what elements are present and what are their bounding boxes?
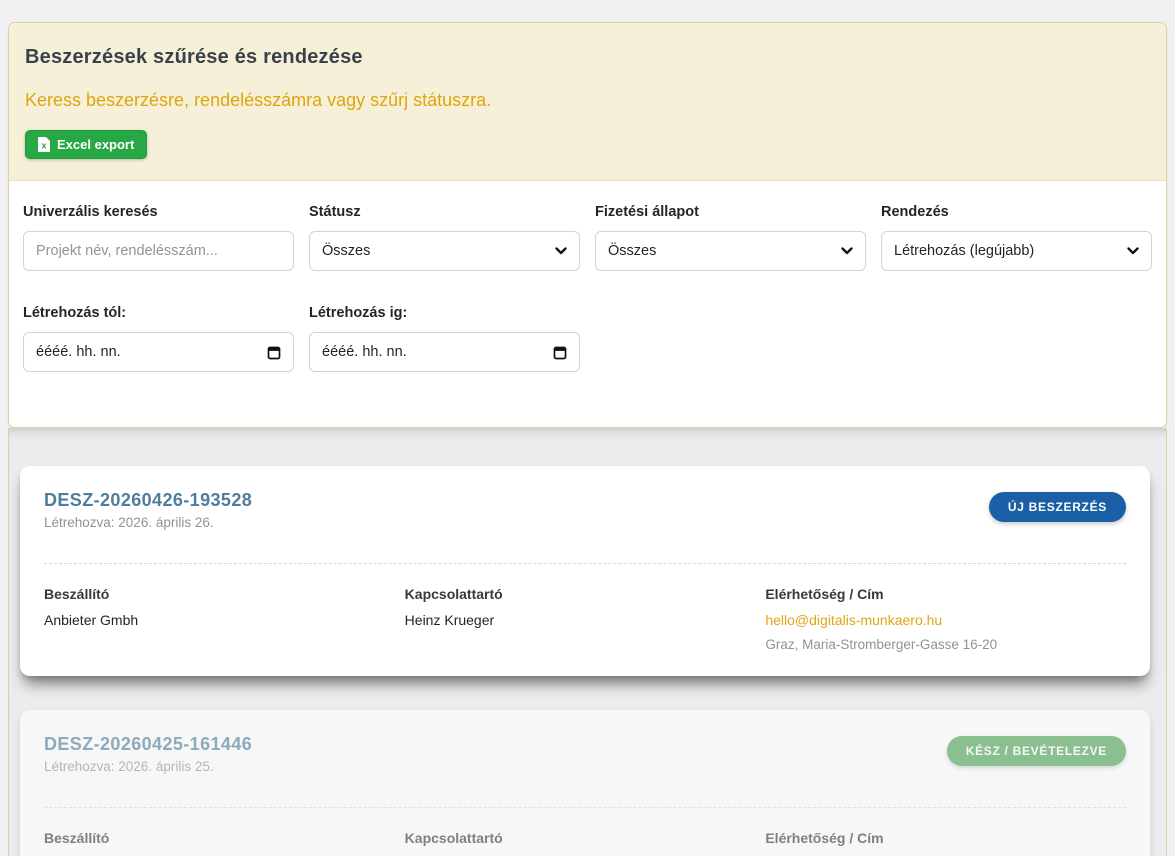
card-divider (44, 807, 1126, 808)
email-link[interactable]: hello@digitalis-munkaero.hu (765, 612, 942, 628)
status-select[interactable]: Összes (309, 231, 580, 271)
filter-controls: Univerzális keresés Státusz Összes Fizet… (9, 181, 1166, 427)
payment-select-value: Összes (608, 243, 656, 259)
chevron-down-icon (1127, 247, 1139, 255)
created-date: Létrehozva: 2026. április 26. (44, 515, 252, 530)
card-header: DESZ-20260425-161446 Létrehozva: 2026. á… (44, 734, 1126, 774)
contact-value: Heinz Krueger (405, 612, 766, 628)
search-label: Univerzális keresés (23, 204, 294, 220)
status-select-value: Összes (322, 243, 370, 259)
created-from-label: Létrehozás tól: (23, 305, 294, 321)
created-to-date-input[interactable]: éééé. hh. nn. (309, 332, 580, 372)
filter-row-1: Univerzális keresés Státusz Összes Fizet… (23, 204, 1152, 271)
procurement-card: DESZ-20260426-193528 Létrehozva: 2026. á… (20, 466, 1150, 676)
sort-select[interactable]: Létrehozás (legújabb) (881, 231, 1152, 271)
procurement-id: DESZ-20260426-193528 (44, 490, 252, 511)
reach-label: Elérhetőség / Cím (765, 586, 1126, 602)
page-title: Beszerzések szűrése és rendezése (25, 46, 1150, 69)
filter-panel: Beszerzések szűrése és rendezése Keress … (8, 22, 1167, 428)
excel-export-button[interactable]: x Excel export (25, 130, 147, 159)
filter-row-2: Létrehozás tól: éééé. hh. nn. Létrehozás… (23, 305, 1152, 372)
status-badge: ÚJ BESZERZÉS (989, 492, 1126, 522)
contact-column: Kapcsolattartó Heinz Krueger (405, 830, 766, 856)
field-status: Státusz Összes (309, 204, 580, 271)
calendar-icon (267, 345, 281, 360)
supplier-value: Anbieter Gmbh (44, 612, 405, 628)
field-sort: Rendezés Létrehozás (legújabb) (881, 204, 1152, 271)
field-universal-search: Univerzális keresés (23, 204, 294, 271)
supplier-column: Beszállító Anbieter Gmbh (44, 586, 405, 652)
card-divider (44, 563, 1126, 564)
procurement-id: DESZ-20260425-161446 (44, 734, 252, 755)
card-details: Beszállító Anbieter Gmbh Kapcsolattartó … (44, 830, 1126, 856)
supplier-column: Beszállító Anbieter Gmbh (44, 830, 405, 856)
reach-column: Elérhetőség / Cím hello@digitalis-munkae… (765, 586, 1126, 652)
contact-label: Kapcsolattartó (405, 830, 766, 846)
card-details: Beszállító Anbieter Gmbh Kapcsolattartó … (44, 586, 1126, 652)
field-created-from: Létrehozás tól: éééé. hh. nn. (23, 305, 294, 372)
sort-label: Rendezés (881, 204, 1152, 220)
excel-file-icon: x (38, 137, 50, 152)
supplier-label: Beszállító (44, 586, 405, 602)
status-badge: KÉSZ / BEVÉTELEZVE (947, 736, 1126, 766)
excel-export-label: Excel export (57, 137, 134, 152)
chevron-down-icon (555, 247, 567, 255)
chevron-down-icon (841, 247, 853, 255)
address-value: Graz, Maria-Stromberger-Gasse 16-20 (765, 637, 1126, 652)
card-header: DESZ-20260426-193528 Létrehozva: 2026. á… (44, 490, 1126, 530)
created-to-label: Létrehozás ig: (309, 305, 580, 321)
created-to-date-value: éééé. hh. nn. (322, 344, 407, 360)
field-created-to: Létrehozás ig: éééé. hh. nn. (309, 305, 580, 372)
reach-label: Elérhetőség / Cím (765, 830, 1126, 846)
procurement-card: DESZ-20260425-161446 Létrehozva: 2026. á… (20, 710, 1150, 856)
card-title-block: DESZ-20260425-161446 Létrehozva: 2026. á… (44, 734, 252, 774)
created-date: Létrehozva: 2026. április 25. (44, 759, 252, 774)
search-input[interactable] (23, 231, 294, 271)
status-label: Státusz (309, 204, 580, 220)
page-subtitle: Keress beszerzésre, rendelésszámra vagy … (25, 90, 1150, 111)
contact-column: Kapcsolattartó Heinz Krueger (405, 586, 766, 652)
results-list: DESZ-20260426-193528 Létrehozva: 2026. á… (8, 428, 1167, 856)
payment-status-label: Fizetési állapot (595, 204, 866, 220)
created-from-date-value: éééé. hh. nn. (36, 344, 121, 360)
sort-select-value: Létrehozás (legújabb) (894, 243, 1034, 259)
created-from-date-input[interactable]: éééé. hh. nn. (23, 332, 294, 372)
svg-text:x: x (41, 141, 46, 151)
calendar-icon (553, 345, 567, 360)
filter-panel-header: Beszerzések szűrése és rendezése Keress … (9, 23, 1166, 181)
supplier-label: Beszállító (44, 830, 405, 846)
field-payment-status: Fizetési állapot Összes (595, 204, 866, 271)
payment-status-select[interactable]: Összes (595, 231, 866, 271)
card-title-block: DESZ-20260426-193528 Létrehozva: 2026. á… (44, 490, 252, 530)
contact-label: Kapcsolattartó (405, 586, 766, 602)
reach-column: Elérhetőség / Cím hello@digitalis-munkae… (765, 830, 1126, 856)
